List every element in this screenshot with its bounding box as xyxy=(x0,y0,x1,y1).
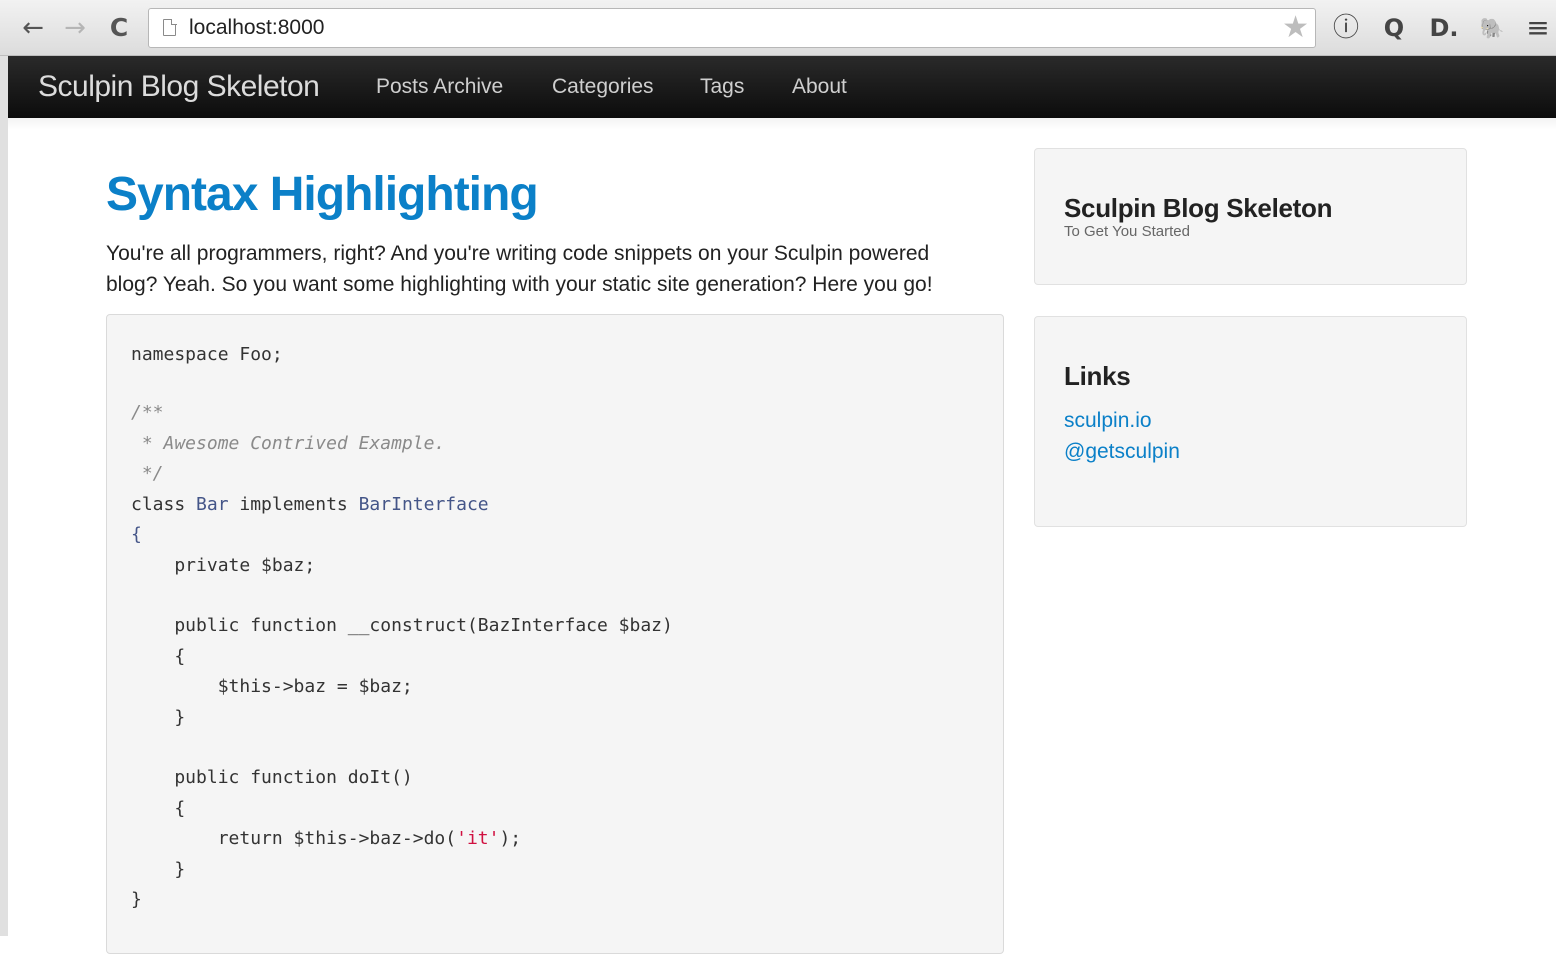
link-sculpin-io[interactable]: sculpin.io xyxy=(1064,409,1152,433)
page-icon xyxy=(163,18,177,36)
nav-link-tags[interactable]: Tags xyxy=(700,56,744,118)
code-line-comment: */ xyxy=(131,463,164,484)
site-navbar: Sculpin Blog Skeleton Posts Archive Cate… xyxy=(8,56,1556,118)
code-line: class Bar implements BarInterface xyxy=(131,493,489,517)
sidebar-links-well: Links sculpin.io @getsculpin xyxy=(1034,316,1467,527)
address-bar[interactable]: localhost:8000 ★ xyxy=(148,8,1316,48)
magnifier-icon[interactable]: Q xyxy=(1378,12,1410,44)
code-line-comment: /** xyxy=(131,402,164,423)
d-extension-icon[interactable]: D. xyxy=(1428,12,1460,44)
sidebar-site-subtitle: To Get You Started xyxy=(1064,223,1190,240)
code-line: } xyxy=(131,889,142,910)
menu-icon[interactable]: ≡ xyxy=(1522,12,1554,44)
code-line-comment: * Awesome Contrived Example. xyxy=(131,433,446,454)
nav-link-categories[interactable]: Categories xyxy=(552,56,654,118)
sidebar-links-title: Links xyxy=(1064,361,1131,391)
info-circle-icon[interactable]: ⓘ xyxy=(1330,12,1362,44)
nav-link-posts-archive[interactable]: Posts Archive xyxy=(376,56,503,118)
code-line: } xyxy=(131,707,186,728)
code-keyword: implements xyxy=(228,494,359,515)
code-line: namespace Foo; xyxy=(131,344,283,365)
code-line: return $this->baz->do('it'); xyxy=(131,827,521,851)
forward-arrow-icon[interactable]: → xyxy=(60,12,90,44)
browser-toolbar: ← → C localhost:8000 ★ ⓘ Q D. 🐘 ≡ xyxy=(0,0,1556,56)
code-string: 'it' xyxy=(456,828,500,849)
intro-line-2: blog? Yeah. So you want some highlightin… xyxy=(106,273,933,296)
code-block: namespace Foo; /** * Awesome Contrived E… xyxy=(106,314,1004,954)
nav-link-about[interactable]: About xyxy=(792,56,847,118)
code-line: private $baz; xyxy=(131,555,316,576)
code-text: return $this->baz->do( xyxy=(131,828,457,849)
code-line: $this->baz = $baz; xyxy=(131,676,413,697)
back-arrow-icon[interactable]: ← xyxy=(18,12,48,44)
post-title[interactable]: Syntax Highlighting xyxy=(106,166,539,224)
code-class-name: Bar xyxy=(196,494,229,515)
reload-icon[interactable]: C xyxy=(104,12,134,44)
code-text: ); xyxy=(499,828,522,849)
code-keyword: class xyxy=(131,494,197,515)
code-interface-name: BarInterface xyxy=(358,494,489,515)
post-intro: You're all programmers, right? And you'r… xyxy=(106,238,976,300)
window-edge xyxy=(0,56,8,936)
navbar-shadow xyxy=(8,118,1556,130)
link-getsculpin[interactable]: @getsculpin xyxy=(1064,440,1180,464)
sidebar-about-well: Sculpin Blog Skeleton To Get You Started xyxy=(1034,148,1467,285)
url-text[interactable]: localhost:8000 xyxy=(189,9,324,47)
navbar-brand[interactable]: Sculpin Blog Skeleton xyxy=(38,56,320,118)
intro-line-1: You're all programmers, right? And you'r… xyxy=(106,242,930,265)
code-line: public function __construct(BazInterface… xyxy=(131,615,673,636)
code-line: public function doIt() xyxy=(131,767,413,788)
evernote-elephant-icon[interactable]: 🐘 xyxy=(1476,12,1508,44)
code-line: { xyxy=(131,798,186,819)
code-line: { xyxy=(131,524,142,545)
code-line: { xyxy=(131,646,186,667)
code-line: } xyxy=(131,859,186,880)
bookmark-star-icon[interactable]: ★ xyxy=(1282,11,1309,45)
sidebar-site-title: Sculpin Blog Skeleton xyxy=(1064,193,1333,223)
